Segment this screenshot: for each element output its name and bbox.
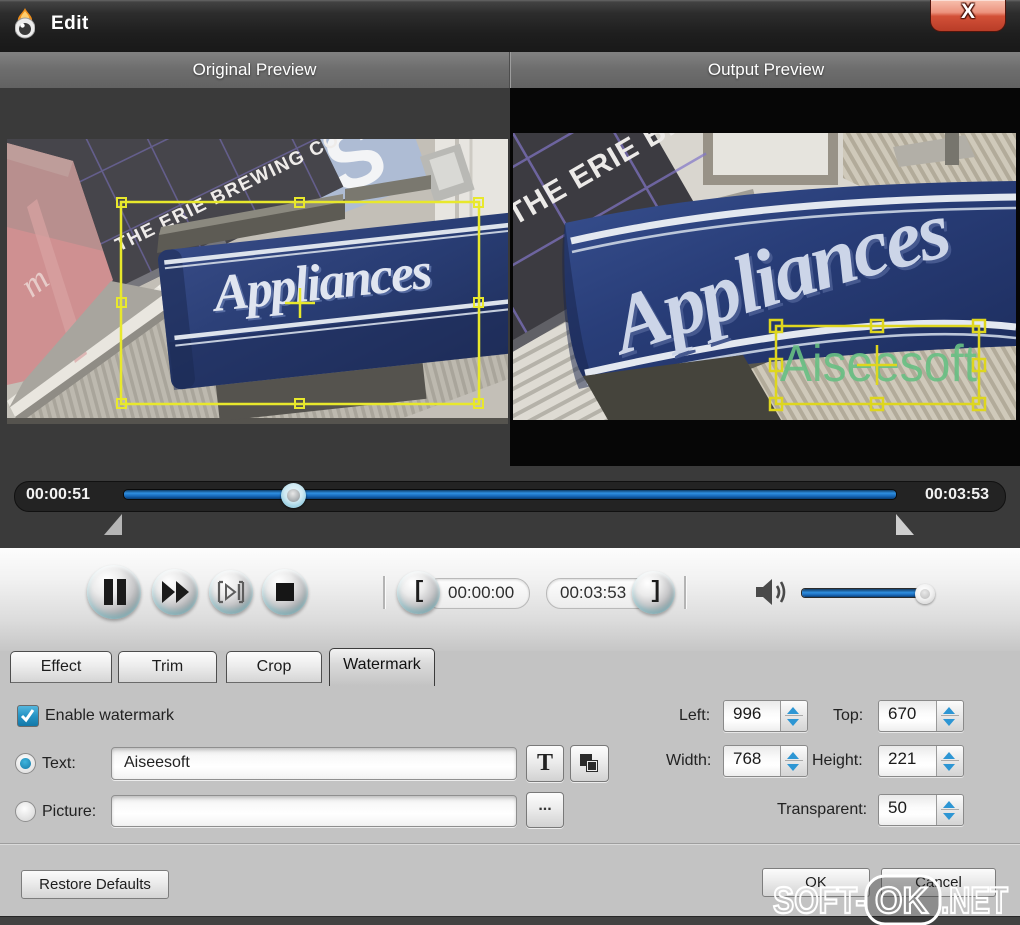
svg-text:SOFT-: SOFT-: [773, 880, 866, 921]
svg-text:OK: OK: [875, 880, 928, 921]
svg-text:.NET: .NET: [941, 880, 1008, 921]
